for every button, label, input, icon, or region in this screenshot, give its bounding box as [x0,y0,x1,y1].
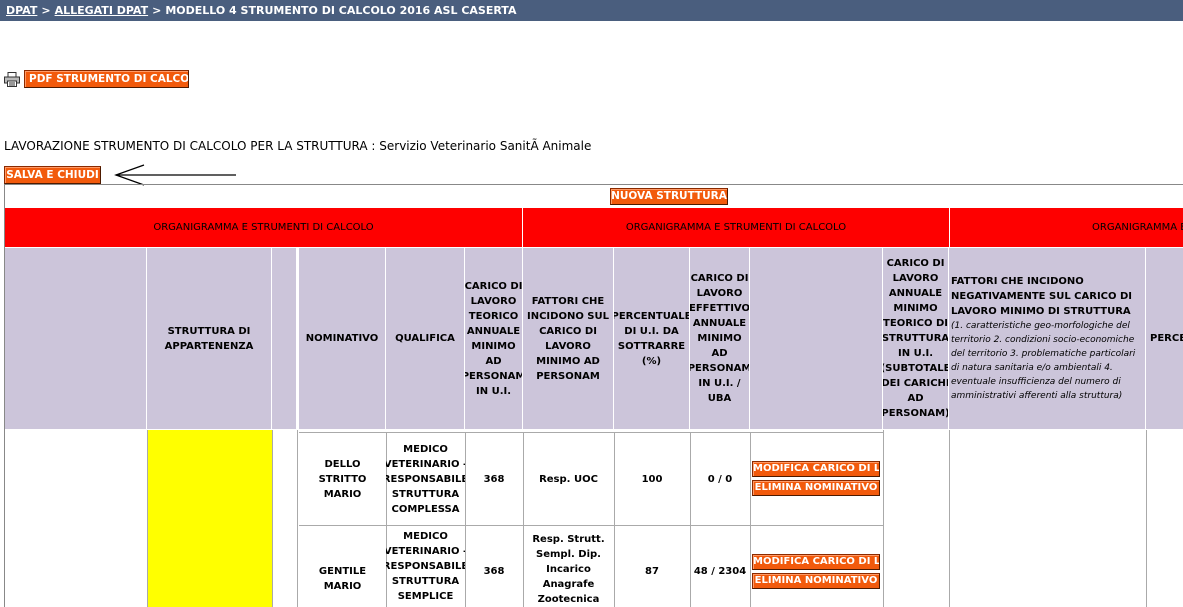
grid-line [949,430,950,607]
cell-percentuale: 100 [641,473,663,485]
structure-name: Servizio Veterinario SanitÃ Animale [379,139,592,153]
delete-person-button[interactable]: ELIMINA NOMINATIVO [752,573,880,589]
header-carico-effettivo: CARICO DI LAVORO EFFETTIVO ANNUALE MINIM… [690,248,750,429]
grid-line [147,430,148,607]
header-fattori-struttura-content: FATTORI CHE INCIDONO NEGATIVAMENTE SUL C… [951,274,1145,403]
header-struttura: STRUTTURA DI APPARTENENZA [147,248,272,429]
page-title-prefix: LAVORAZIONE STRUMENTO DI CALCOLO PER LA … [4,139,376,153]
cell-fattori: Resp. UOC [539,473,598,485]
calc-table: NUOVA STRUTTURA ORGANIGRAMMA E STRUMENTI… [4,184,1183,607]
cell-fattori: Resp. Strutt. Sempl. Dip. Incarico Anagr… [532,534,605,605]
page-title: LAVORAZIONE STRUMENTO DI CALCOLO PER LA … [4,139,591,153]
delete-person-button[interactable]: ELIMINA NOMINATIVO [752,480,880,496]
header-percentuale-struttura: PERCENTUALE DA SOTTRARRE [1146,248,1183,429]
cell-carico: 368 [483,473,505,485]
pdf-button[interactable]: PDF STRUMENTO DI CALCOLO [24,70,189,88]
grid-line [297,430,298,607]
header-carico-struttura: CARICO DI LAVORO ANNUALE MINIMO TEORICO … [883,248,949,429]
cell-carico: 368 [483,566,505,577]
header-fattori-struttura-title: FATTORI CHE INCIDONO NEGATIVAMENTE SUL C… [951,276,1133,317]
cell-effettivo: 48 / 2304 [693,566,747,577]
cell-qualifica: MEDICO VETERINARIO - RESPONSABILE STRUTT… [386,531,465,602]
modify-workload-button[interactable]: MODIFICA CARICO DI LAVORO [752,461,880,477]
header-empty [5,248,147,429]
header-percentuale: PERCENTUALE DI U.I. DA SOTTRARRE (%) [614,248,690,429]
cell-nominativo: DELLO STRITTO MARIO [318,458,367,500]
modify-workload-button[interactable]: MODIFICA CARICO DI LAVORO [752,554,880,570]
header-blank [272,248,297,429]
header-actions [750,248,883,429]
breadcrumb: DPAT > ALLEGATI DPAT > MODELLO 4 STRUMENTO D… [0,0,1183,21]
grid-line [272,430,273,607]
header-nominativo: NOMINATIVO [299,248,386,429]
header-carico-teorico: CARICO DI LAVORO TEORICO ANNUALE MINIMO … [465,248,523,429]
breadcrumb-separator: > [41,4,51,17]
group-header: ORGANIGRAMMA E STRUMENTI DI CALCOLO [950,208,1183,247]
save-close-button[interactable]: SALVA E CHIUDI [4,166,101,184]
grid-line [750,432,751,607]
grid-line [883,430,884,607]
cell-nominativo: GENTILE MARIO [318,566,367,592]
cell-qualifica: MEDICO VETERINARIO - RESPONSABILE STRUTT… [386,443,465,515]
group-header: ORGANIGRAMMA E STRUMENTI DI CALCOLO [5,208,522,247]
new-structure-button[interactable]: NUOVA STRUTTURA [610,188,728,205]
cell-effettivo: 0 / 0 [707,473,733,485]
grid-line [1146,430,1147,607]
header-fattori-struttura-note: (1. caratteristiche geo-morfologiche del… [951,321,1136,401]
cell-percentuale: 87 [645,566,659,577]
header-fattori: FATTORI CHE INCIDONO SUL CARICO DI LAVOR… [523,248,614,429]
header-qualifica: QUALIFICA [386,248,465,429]
struttura-cell [147,430,272,607]
group-header: ORGANIGRAMMA E STRUMENTI DI CALCOLO [523,208,949,247]
breadcrumb-current: MODELLO 4 STRUMENTO DI CALCOLO 2016 ASL … [165,4,517,17]
breadcrumb-separator: > [152,4,162,17]
printer-icon[interactable] [4,72,20,87]
header-fattori-struttura: FATTORI CHE INCIDONO NEGATIVAMENTE SUL C… [949,248,1146,429]
breadcrumb-link-dpat[interactable]: DPAT [6,4,37,17]
breadcrumb-link-allegati[interactable]: ALLEGATI DPAT [55,4,149,17]
arrow-left-icon [114,164,236,186]
